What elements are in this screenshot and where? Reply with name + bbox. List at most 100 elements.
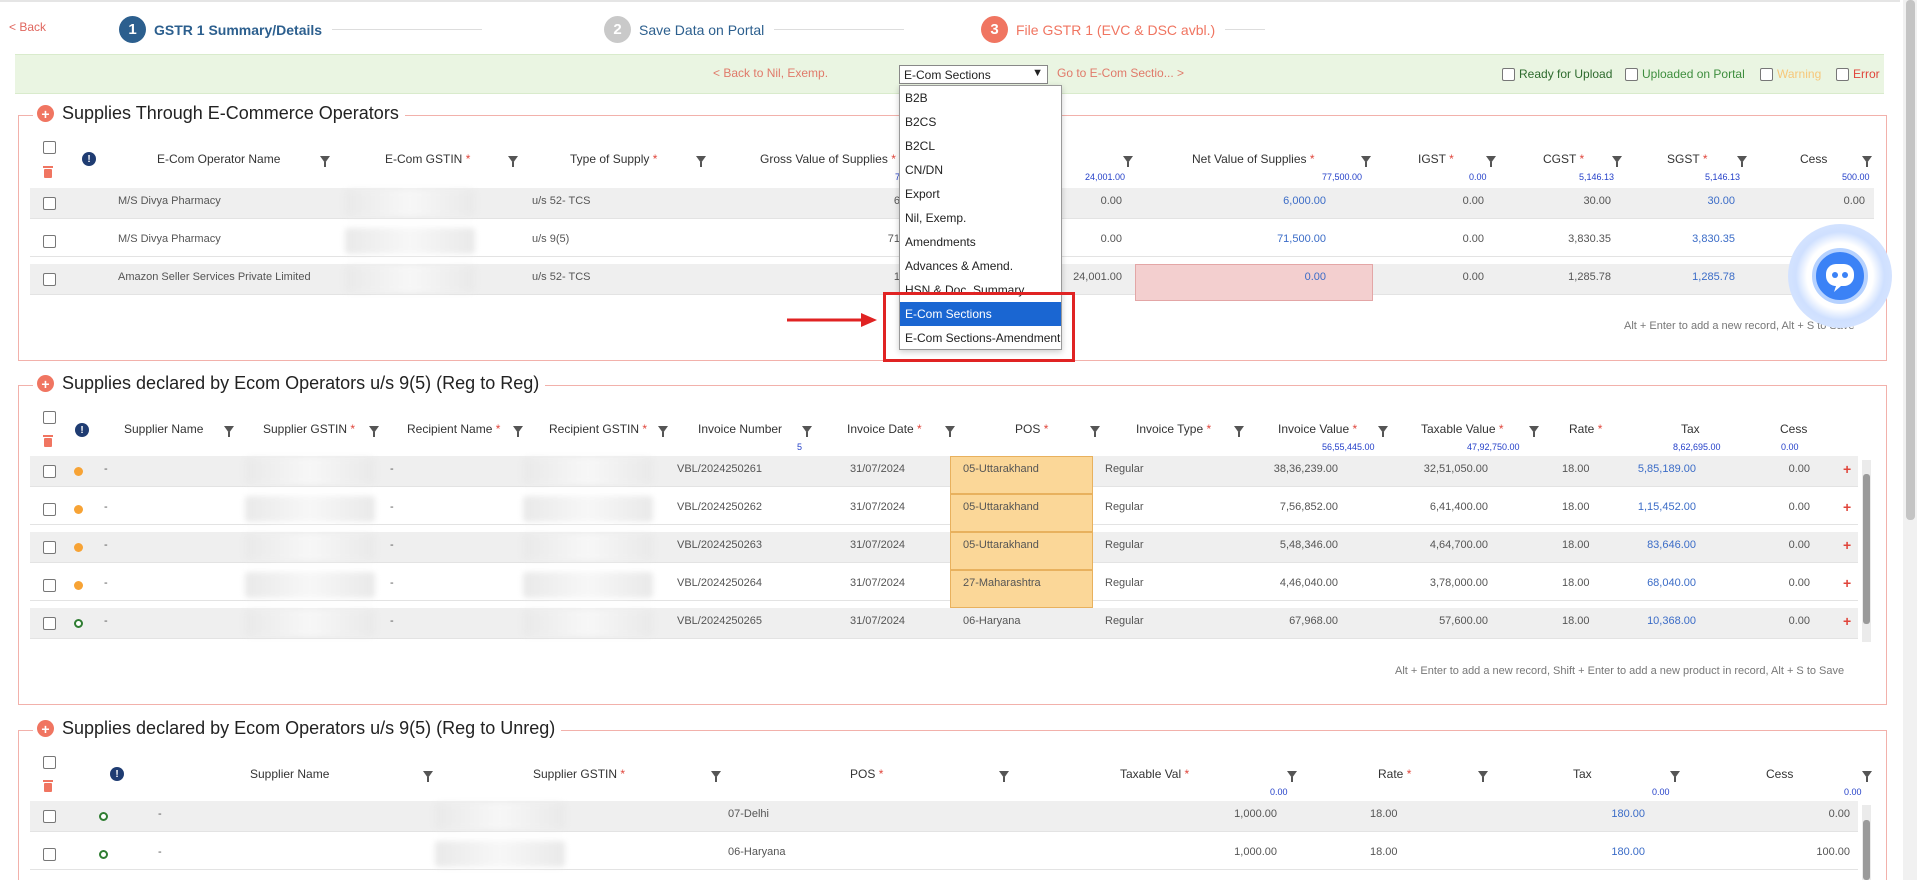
add-record-icon[interactable]: + [37,720,54,737]
filter-icon[interactable] [1378,426,1388,437]
igst-value[interactable]: 0.00 [1444,233,1484,245]
cess-value[interactable]: 0.00 [1800,808,1850,820]
supplier-name[interactable]: - [104,615,108,627]
filter-icon[interactable] [508,156,518,167]
cess-value[interactable]: 0.00 [1825,195,1865,207]
info-icon[interactable]: ! [75,423,89,437]
select-all-checkbox[interactable] [43,141,56,154]
row-checkbox[interactable] [43,465,56,478]
supply-type[interactable]: u/s 52- TCS [532,271,591,283]
invoice-date[interactable]: 31/07/2024 [850,577,905,589]
rate-value[interactable]: 18.00 [1562,463,1590,475]
add-product-icon[interactable]: + [1843,575,1851,591]
table-scroll-thumb[interactable] [1863,820,1870,880]
warning-checkbox[interactable] [1760,67,1773,81]
filter-icon[interactable] [1862,156,1872,167]
pos-warning-cell[interactable] [950,494,1093,532]
supplier-name[interactable]: - [104,463,108,475]
add-product-icon[interactable]: + [1843,613,1851,629]
tax-value[interactable]: 180.00 [1595,846,1645,858]
pos-value[interactable]: 06-Haryana [728,846,785,858]
tax-value[interactable]: 1,15,452.00 [1620,501,1696,513]
filter-icon[interactable] [658,426,668,437]
gross-value[interactable]: 71 [870,233,900,245]
legend-uploaded[interactable]: Uploaded on Portal [1625,67,1745,81]
cgst-value[interactable]: 30.00 [1550,195,1611,207]
invoice-date[interactable]: 31/07/2024 [850,615,905,627]
filter-icon[interactable] [1287,771,1297,782]
recipient-name[interactable]: - [390,615,394,627]
invoice-type[interactable]: Regular [1105,539,1144,551]
igst-value[interactable]: 0.00 [1444,271,1484,283]
row-checkbox[interactable] [43,235,56,248]
dropdown-option-advances-amend[interactable]: Advances & Amend. [900,254,1061,278]
taxable-value[interactable]: 32,51,050.00 [1390,463,1488,475]
legend-ready[interactable]: Ready for Upload [1502,67,1612,81]
trash-icon[interactable] [42,165,54,178]
rate-value[interactable]: 18.00 [1370,846,1398,858]
rate-value[interactable]: 18.00 [1562,577,1590,589]
table-row[interactable]: - 06-Haryana 1,000.00 18.00 180.00 100.0… [30,839,1858,870]
row-checkbox[interactable] [43,273,56,286]
dropdown-option-export[interactable]: Export [900,182,1061,206]
step-save-portal[interactable]: 2 Save Data on Portal [604,16,905,43]
invoice-number[interactable]: VBL/2024250264 [677,577,762,589]
ready-checkbox[interactable] [1502,67,1515,81]
invoice-number[interactable]: VBL/2024250262 [677,501,762,513]
dropdown-option-nil-exemp[interactable]: Nil, Exemp. [900,206,1061,230]
row-checkbox[interactable] [43,848,56,861]
filter-icon[interactable] [320,156,330,167]
invoice-date[interactable]: 31/07/2024 [850,463,905,475]
cess-value[interactable]: 0.00 [1770,539,1810,551]
taxable-value[interactable]: 6,41,400.00 [1390,501,1488,513]
section-select[interactable]: E-Com Sections ▼ [899,65,1048,84]
sgst-value[interactable]: 3,830.35 [1690,233,1735,245]
invoice-type[interactable]: Regular [1105,615,1144,627]
dropdown-option-b2cl[interactable]: B2CL [900,134,1061,158]
legend-warning[interactable]: Warning [1760,67,1821,81]
filter-icon[interactable] [1361,156,1371,167]
invoice-value[interactable]: 4,46,040.00 [1240,577,1338,589]
row-checkbox[interactable] [43,579,56,592]
tax-value[interactable]: 83,646.00 [1620,539,1696,551]
filter-icon[interactable] [1862,771,1872,782]
recipient-name[interactable]: - [390,463,394,475]
supplier-name[interactable]: - [104,501,108,513]
filter-icon[interactable] [369,426,379,437]
table-row[interactable]: - 07-Delhi 1,000.00 18.00 180.00 0.00 [30,801,1858,832]
gross-value[interactable]: 1 [870,271,900,283]
tax-value[interactable]: 5,85,189.00 [1620,463,1696,475]
filter-icon[interactable] [802,426,812,437]
cgst-value[interactable]: 3,830.35 [1550,233,1611,245]
table-row[interactable]: - - VBL/2024250264 31/07/2024 27-Maharas… [30,570,1858,608]
table-row[interactable]: - - VBL/2024250261 31/07/2024 05-Uttarak… [30,456,1858,494]
pos-warning-cell[interactable] [950,456,1093,494]
cess-value[interactable]: 0.00 [1770,463,1810,475]
table-row[interactable]: - - VBL/2024250265 31/07/2024 06-Haryana… [30,608,1858,639]
recipient-name[interactable]: - [390,577,394,589]
cess-value[interactable]: 100.00 [1800,846,1850,858]
add-record-icon[interactable]: + [37,105,54,122]
tax-value[interactable]: 10,368.00 [1620,615,1696,627]
filter-icon[interactable] [1478,771,1488,782]
filter-icon[interactable] [224,426,234,437]
rate-value[interactable]: 18.00 [1562,539,1590,551]
operator-name[interactable]: M/S Divya Pharmacy [118,233,221,245]
supplier-name[interactable]: - [158,846,162,858]
row-checkbox[interactable] [43,617,56,630]
cess-value[interactable]: 0.00 [1770,615,1810,627]
invoice-type[interactable]: Regular [1105,501,1144,513]
filter-icon[interactable] [711,771,721,782]
select-all-checkbox[interactable] [43,411,56,424]
invoice-number[interactable]: VBL/2024250263 [677,539,762,551]
operator-name[interactable]: M/S Divya Pharmacy [118,195,221,207]
taxable-value[interactable]: 1,000.00 [1210,808,1277,820]
invoice-number[interactable]: VBL/2024250261 [677,463,762,475]
table-row[interactable]: - - VBL/2024250263 31/07/2024 05-Uttarak… [30,532,1858,570]
uploaded-checkbox[interactable] [1625,67,1638,81]
filter-icon[interactable] [423,771,433,782]
net-value[interactable]: 71,500.00 [1250,233,1326,245]
filter-icon[interactable] [1529,426,1539,437]
invoice-value[interactable]: 67,968.00 [1240,615,1338,627]
filter-icon[interactable] [1234,426,1244,437]
